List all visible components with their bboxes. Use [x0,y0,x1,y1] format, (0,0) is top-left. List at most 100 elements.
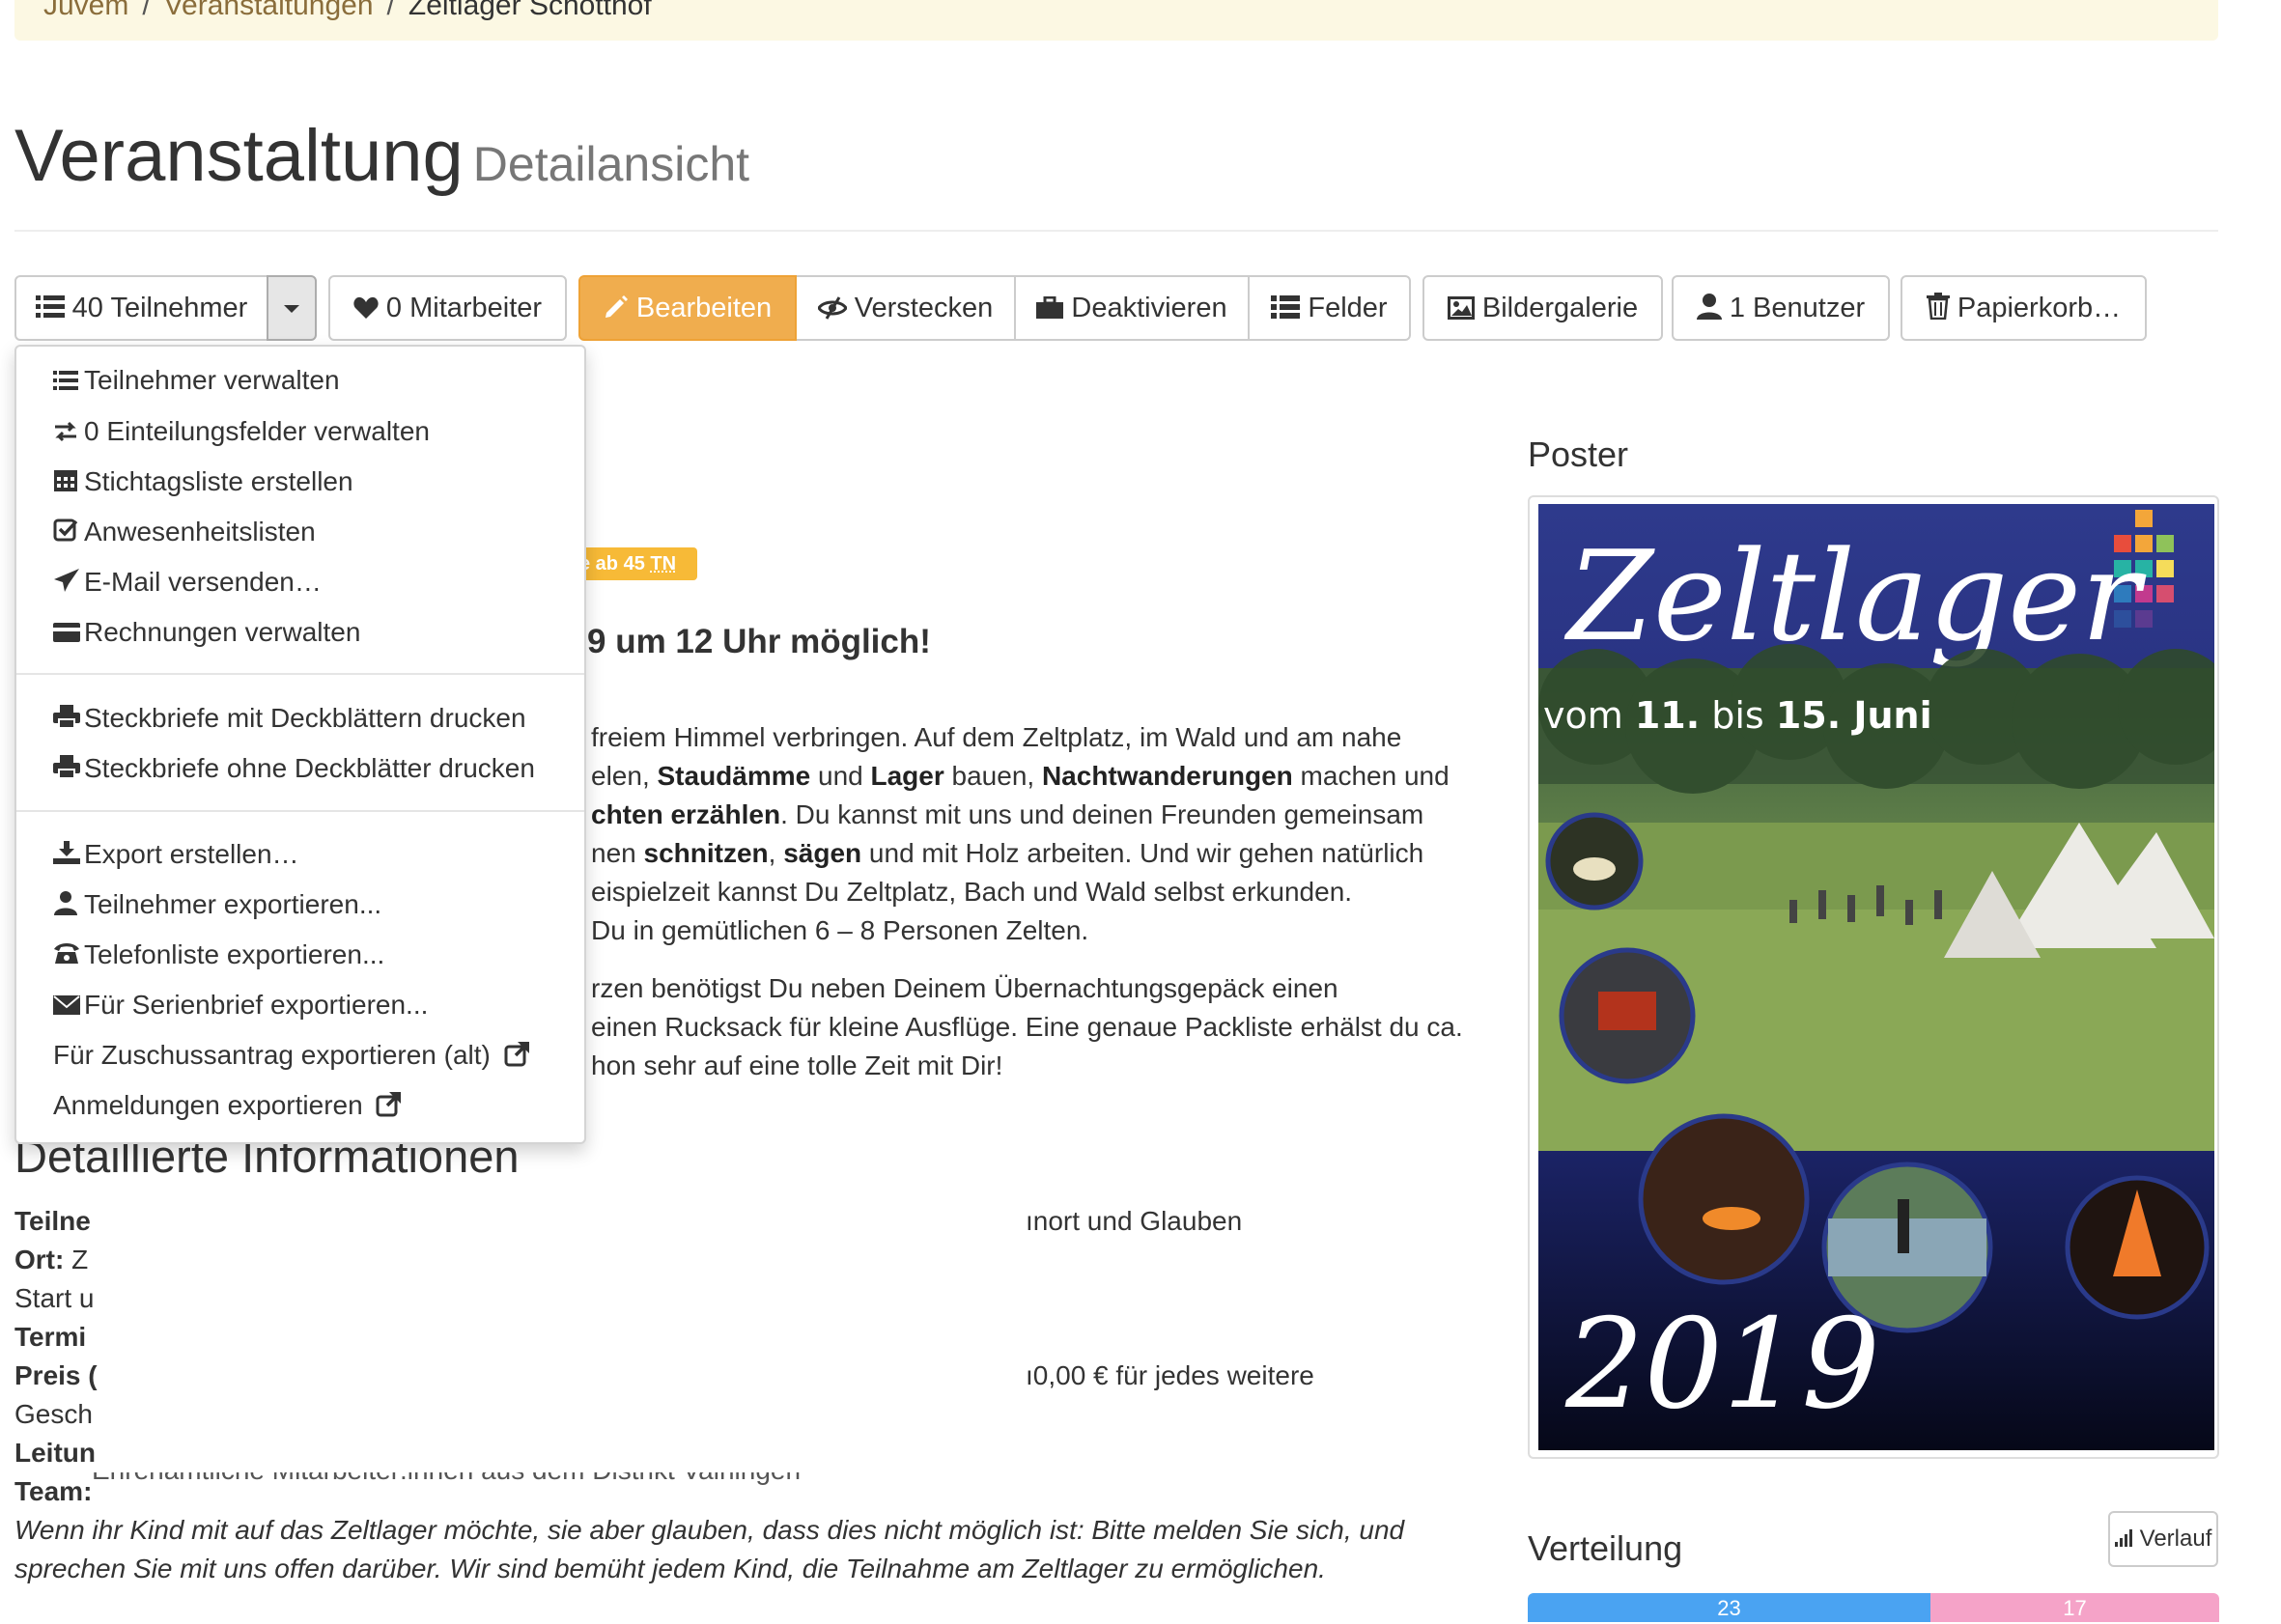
user-icon [1696,280,1722,342]
inclusion-note: Wenn ihr Kind mit auf das Zeltlager möch… [14,1515,1405,1583]
distribution-heading: Verteilung [1528,1528,1683,1568]
trash-icon [1926,280,1950,342]
menu-item-label: Steckbriefe ohne Deckblätter drucken [84,753,535,783]
menu-item-export-phone-list[interactable]: Telefonliste exportieren... [53,936,384,976]
deactivate-button[interactable]: Deaktivieren [1016,275,1250,341]
menu-item-print-profiles-with-cover[interactable]: Steckbriefe mit Deckblättern drucken [53,699,526,740]
participants-dropdown-menu: Teilnehmer verwalten 0 Einteilungsfelder… [14,345,586,1144]
menu-item-label: Steckbriefe mit Deckblättern drucken [84,703,526,733]
detail-label-team: Team: [14,1476,93,1506]
announcement-heading: 9 um 12 Uhr möglich! [587,623,931,660]
history-button-label: Verlauf [2139,1526,2212,1552]
heart-icon [353,280,379,342]
menu-item-label: Teilnehmer exportieren... [84,889,382,919]
external-link-icon [504,1039,531,1078]
detail-value-fragment: ı0,00 € für jedes weitere [1026,1360,1314,1390]
gallery-button-label: Bildergalerie [1481,293,1639,323]
menu-item-export-mail-merge[interactable]: Für Serienbrief exportieren... [53,986,428,1026]
check-square-icon [53,515,84,553]
menu-item-manage-assignment-fields[interactable]: 0 Einteilungsfelder verwalten [53,412,430,453]
deactivate-button-label: Deaktivieren [1071,293,1227,323]
send-icon [53,565,84,603]
list-icon [35,280,65,342]
caret-down-icon [284,305,299,313]
description-line: eispielzeit kannst Du Zeltplatz, Bach un… [591,877,1353,907]
menu-item-create-export[interactable]: Export erstellen… [53,835,299,876]
detail-label-location: Ort: Z [14,1245,89,1274]
breadcrumb: Juvem / Veranstaltungen / Zeltlager Schottho… [14,0,2218,41]
breadcrumb-link-veranstaltungen[interactable]: Veranstaltungen [164,0,374,21]
breadcrumb-current: Zeltlager Schotthof [408,0,652,21]
employees-button-label: 0 Mitarbeiter [385,293,543,323]
gallery-button[interactable]: Bildergalerie [1422,275,1663,341]
trash-button[interactable]: Papierkorb… [1901,275,2147,341]
pencil-icon [604,280,629,342]
participants-button-label: 40 Teilnehmer [71,293,248,323]
poster-year-text: 2019 [1564,1293,1880,1437]
breadcrumb-separator: / [142,0,151,21]
menu-item-key-date-list[interactable]: Stichtagsliste erstellen [53,462,353,503]
user-icon [53,887,84,926]
calendar-icon [53,464,84,503]
menu-item-label: Anmeldungen exportieren [53,1090,363,1120]
menu-item-manage-participants[interactable]: Teilnehmer verwalten [53,361,340,402]
menu-item-send-email[interactable]: E-Mail versenden… [53,563,322,603]
menu-item-attendance-lists[interactable]: Anwesenheitslisten [53,513,316,553]
menu-item-label: E-Mail versenden… [84,567,322,597]
edit-button-label: Bearbeiten [635,293,773,323]
breadcrumb-link-juvem[interactable]: Juvem [43,0,128,21]
trash-button-label: Papierkorb… [1957,293,2122,323]
poster-title-text: Zeltlager [1563,525,2147,669]
menu-item-label: Stichtagsliste erstellen [84,466,353,496]
list-icon [1271,280,1301,342]
exchange-icon [53,414,84,453]
print-icon [53,701,84,740]
external-link-icon [376,1089,403,1128]
briefcase-icon [1036,280,1064,342]
history-button[interactable]: Verlauf [2108,1511,2218,1567]
menu-item-label: 0 Einteilungsfelder verwalten [84,416,430,446]
menu-item-manage-invoices[interactable]: Rechnungen verwalten [53,613,360,654]
description-line: elen, Staudämme und Lager bauen, Nachtwa… [591,761,1450,791]
download-icon [53,837,84,876]
users-button[interactable]: 1 Benutzer [1672,275,1890,341]
fields-button[interactable]: Felder [1250,275,1411,341]
page-subtitle: Detailansicht [472,137,750,191]
edit-button[interactable]: Bearbeiten [578,275,797,341]
employees-button[interactable]: 0 Mitarbeiter [328,275,567,341]
menu-item-print-profiles-without-cover[interactable]: Steckbriefe ohne Deckblätter drucken [53,749,535,790]
page-title: Veranstaltung Detailansicht [14,114,749,198]
badge-tn-abbr: TN [650,553,677,574]
image-icon [1447,280,1475,342]
credit-card-icon [53,615,84,654]
page-title-main: Veranstaltung [14,115,464,197]
poster-image[interactable]: Zeltlager vom 11. bis 15. Juni 2019 [1538,504,2214,1450]
menu-item-export-participants[interactable]: Teilnehmer exportieren... [53,885,381,926]
menu-item-label: Anwesenheitslisten [84,517,316,546]
users-button-label: 1 Benutzer [1729,293,1866,323]
detail-value-team: Ehrenamtliche Mitarbeiter:innen aus dem … [92,1472,826,1492]
menu-item-export-registrations[interactable]: Anmeldungen exportieren [53,1086,403,1128]
detail-label-participants: Teilne [14,1206,91,1236]
distribution-bar-female: 17 [1930,1593,2219,1622]
title-divider [14,230,2218,232]
participants-dropdown-toggle[interactable] [267,275,317,341]
list-icon [53,363,84,402]
menu-item-label: Telefonliste exportieren... [84,939,385,969]
hide-button[interactable]: Verstecken [797,275,1016,341]
menu-divider [16,673,584,675]
distribution-bar-male: 23 [1528,1593,1930,1622]
print-icon [53,751,84,790]
detail-label-leadership: Leitun [14,1438,96,1468]
envelope-icon [53,988,84,1026]
menu-item-export-grant-application[interactable]: Für Zuschussantrag exportieren (alt) [53,1036,531,1078]
participants-button[interactable]: 40 Teilnehmer [14,275,268,341]
badge-text: e ab 45 [579,553,645,574]
poster-date-text: vom 11. bis 15. Juni [1543,694,1932,737]
description-line: einen Rucksack für kleine Ausflüge. Eine… [591,1012,1463,1042]
fields-button-label: Felder [1308,293,1388,323]
breadcrumb-separator: / [386,0,395,21]
poster-heading: Poster [1528,434,1629,474]
phone-icon [53,938,84,976]
description-line: nen schnitzen, sägen und mit Holz arbeit… [591,838,1424,868]
